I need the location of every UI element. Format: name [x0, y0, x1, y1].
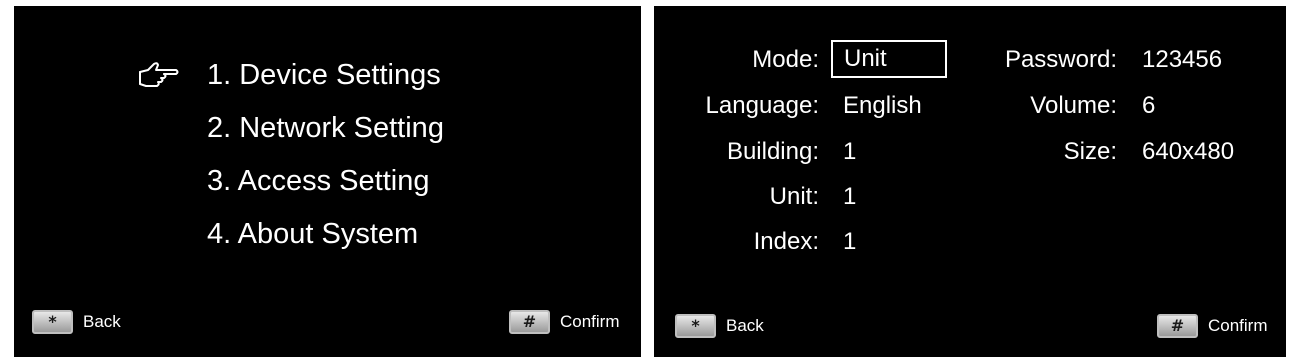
mode-select[interactable]: Unit [831, 40, 947, 78]
building-value[interactable]: 1 [843, 137, 856, 167]
volume-value[interactable]: 6 [1142, 91, 1155, 121]
confirm-button[interactable]: # Confirm [1157, 314, 1268, 338]
menu-item-about-system[interactable]: 4. About System [207, 217, 418, 251]
size-label: Size: [1063, 138, 1117, 165]
confirm-label: Confirm [560, 312, 620, 331]
size-value[interactable]: 640x480 [1142, 137, 1234, 167]
pointing-hand-icon [139, 62, 179, 87]
menu-item-access-setting[interactable]: 3. Access Setting [207, 164, 429, 198]
building-label: Building: [726, 138, 819, 165]
back-label: Back [83, 312, 121, 331]
mode-label: Mode: [752, 46, 819, 73]
back-label: Back [726, 316, 764, 335]
main-menu-screen: 1. Device Settings 2. Network Setting 3.… [14, 6, 641, 357]
confirm-label: Confirm [1208, 316, 1268, 335]
confirm-button[interactable]: # Confirm [509, 310, 620, 334]
password-value[interactable]: 123456 [1142, 45, 1222, 75]
language-label: Language: [705, 92, 819, 119]
star-key-icon: * [32, 310, 73, 334]
index-value[interactable]: 1 [843, 227, 856, 257]
unit-value[interactable]: 1 [843, 182, 856, 212]
volume-label: Volume: [1030, 92, 1117, 119]
back-button[interactable]: * Back [675, 314, 764, 338]
index-label: Index: [753, 228, 819, 255]
hash-key-icon: # [509, 310, 550, 334]
star-key-icon: * [675, 314, 716, 338]
device-settings-screen: Mode: Language: Building: Unit: Index: U… [654, 6, 1286, 357]
language-value[interactable]: English [843, 91, 922, 121]
unit-label: Unit: [769, 183, 819, 210]
hash-key-icon: # [1157, 314, 1198, 338]
menu-item-device-settings[interactable]: 1. Device Settings [207, 58, 441, 92]
menu-item-network-setting[interactable]: 2. Network Setting [207, 111, 444, 145]
back-button[interactable]: * Back [32, 310, 121, 334]
password-label: Password: [1004, 46, 1117, 73]
